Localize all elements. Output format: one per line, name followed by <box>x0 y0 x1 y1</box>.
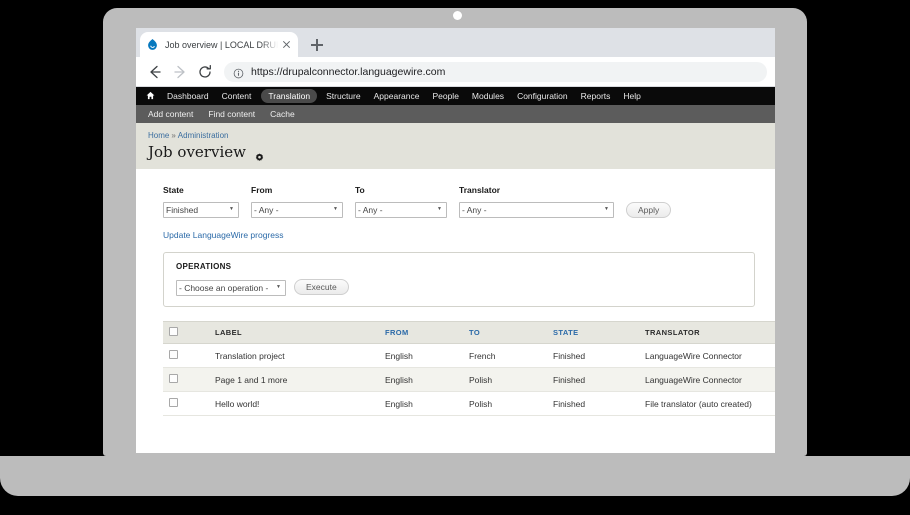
operation-select[interactable]: - Choose an operation - <box>176 280 286 296</box>
page-title-text: Job overview <box>148 143 246 161</box>
filter-to-select[interactable]: - Any - <box>355 202 447 218</box>
operations-legend: OPERATIONS <box>176 262 742 271</box>
table-row[interactable]: Hello world! English Polish Finished Fil… <box>163 392 775 416</box>
reload-icon[interactable] <box>194 61 216 83</box>
browser-tab[interactable]: Job overview | LOCAL DRUPAL 7 <box>140 32 298 57</box>
row-checkbox-cell <box>163 392 209 416</box>
job-filter-form: State Finished From - Any - <box>136 185 775 218</box>
filter-state-select[interactable]: Finished <box>163 202 239 218</box>
row-from: English <box>379 344 463 368</box>
update-languagewire-progress-link[interactable]: Update LanguageWire progress <box>163 230 775 240</box>
row-checkbox-cell <box>163 344 209 368</box>
table-row[interactable]: Page 1 and 1 more English Polish Finishe… <box>163 368 775 392</box>
admin-menu-item-translation[interactable]: Translation <box>261 89 317 103</box>
address-bar[interactable]: https://drupalconnector.languagewire.com <box>224 62 767 82</box>
breadcrumb-administration[interactable]: Administration <box>178 131 229 140</box>
table-header-row: LABEL FROM TO STATE TRANSLATOR <box>163 322 775 344</box>
close-icon[interactable] <box>281 39 292 50</box>
filter-from: From - Any - <box>251 185 343 218</box>
admin-submenu-item-cache[interactable]: Cache <box>270 109 295 119</box>
checkbox-icon[interactable] <box>169 398 178 407</box>
filter-from-select[interactable]: - Any - <box>251 202 343 218</box>
row-state: Finished <box>547 392 639 416</box>
webcam-icon <box>453 11 462 20</box>
admin-menu-item-people[interactable]: People <box>432 91 458 101</box>
filter-state: State Finished <box>163 185 239 218</box>
arrow-right-icon[interactable] <box>169 61 191 83</box>
execute-button[interactable]: Execute <box>294 279 349 295</box>
browser-toolbar: https://drupalconnector.languagewire.com <box>136 57 775 87</box>
browser-tab-strip: Job overview | LOCAL DRUPAL 7 <box>136 28 775 57</box>
admin-submenu-item-find-content[interactable]: Find content <box>208 109 255 119</box>
admin-submenu-bar: Add content Find content Cache <box>136 105 775 123</box>
row-label: Page 1 and 1 more <box>209 368 379 392</box>
admin-menu-item-appearance[interactable]: Appearance <box>374 91 420 101</box>
filter-from-label: From <box>251 185 343 195</box>
laptop-device-frame: Job overview | LOCAL DRUPAL 7 <box>0 0 910 515</box>
column-header-to[interactable]: TO <box>463 322 547 344</box>
drupal-page: Dashboard Content Translation Structure … <box>136 87 775 452</box>
table-row[interactable]: Translation project English French Finis… <box>163 344 775 368</box>
filter-translator: Translator - Any - <box>459 185 614 218</box>
column-header-label: LABEL <box>209 322 379 344</box>
row-translator: File translator (auto created) <box>639 392 775 416</box>
breadcrumb-home[interactable]: Home <box>148 131 169 140</box>
browser-window: Job overview | LOCAL DRUPAL 7 <box>136 28 775 453</box>
row-translator: LanguageWire Connector <box>639 368 775 392</box>
home-icon[interactable] <box>146 91 155 102</box>
admin-submenu-item-add-content[interactable]: Add content <box>148 109 193 119</box>
drupal-drop-icon <box>146 38 159 51</box>
laptop-base <box>0 456 910 496</box>
filter-apply-group: Apply <box>626 200 671 218</box>
admin-menu-item-structure[interactable]: Structure <box>326 91 361 101</box>
breadcrumb-separator: » <box>171 131 175 140</box>
admin-menu-item-dashboard[interactable]: Dashboard <box>167 91 209 101</box>
admin-menu-item-help[interactable]: Help <box>623 91 640 101</box>
checkbox-icon[interactable] <box>169 350 178 359</box>
select-all-header <box>163 322 209 344</box>
row-to: Polish <box>463 368 547 392</box>
row-checkbox-cell <box>163 368 209 392</box>
admin-menu-bar: Dashboard Content Translation Structure … <box>136 87 775 105</box>
row-label: Translation project <box>209 344 379 368</box>
column-header-state[interactable]: STATE <box>547 322 639 344</box>
url-text: https://drupalconnector.languagewire.com <box>251 66 445 78</box>
admin-menu-item-modules[interactable]: Modules <box>472 91 504 101</box>
filter-to: To - Any - <box>355 185 447 218</box>
row-translator: LanguageWire Connector <box>639 344 775 368</box>
column-header-translator: TRANSLATOR <box>639 322 775 344</box>
page-header: Home»Administration Job overview <box>136 123 775 169</box>
admin-menu-item-configuration[interactable]: Configuration <box>517 91 568 101</box>
gear-icon[interactable] <box>255 148 264 157</box>
row-from: English <box>379 392 463 416</box>
browser-tab-title: Job overview | LOCAL DRUPAL 7 <box>165 40 278 50</box>
arrow-left-icon[interactable] <box>144 61 166 83</box>
row-to: Polish <box>463 392 547 416</box>
row-to: French <box>463 344 547 368</box>
row-state: Finished <box>547 368 639 392</box>
admin-menu-item-reports[interactable]: Reports <box>581 91 611 101</box>
breadcrumb: Home»Administration <box>148 131 775 140</box>
jobs-table: LABEL FROM TO STATE TRANSLATOR Tran <box>163 321 775 416</box>
row-state: Finished <box>547 344 639 368</box>
filter-translator-select[interactable]: - Any - <box>459 202 614 218</box>
filter-translator-label: Translator <box>459 185 614 195</box>
admin-menu-item-content[interactable]: Content <box>222 91 252 101</box>
column-header-from[interactable]: FROM <box>379 322 463 344</box>
apply-button[interactable]: Apply <box>626 202 671 218</box>
operations-fieldset: OPERATIONS - Choose an operation - Execu… <box>163 252 755 307</box>
info-circle-icon[interactable] <box>233 66 244 77</box>
filter-state-label: State <box>163 185 239 195</box>
page-content: State Finished From - Any - <box>136 169 775 416</box>
page-title: Job overview <box>148 143 775 161</box>
checkbox-icon[interactable] <box>169 327 178 336</box>
row-label: Hello world! <box>209 392 379 416</box>
plus-icon[interactable] <box>308 36 326 54</box>
row-from: English <box>379 368 463 392</box>
checkbox-icon[interactable] <box>169 374 178 383</box>
filter-to-label: To <box>355 185 447 195</box>
